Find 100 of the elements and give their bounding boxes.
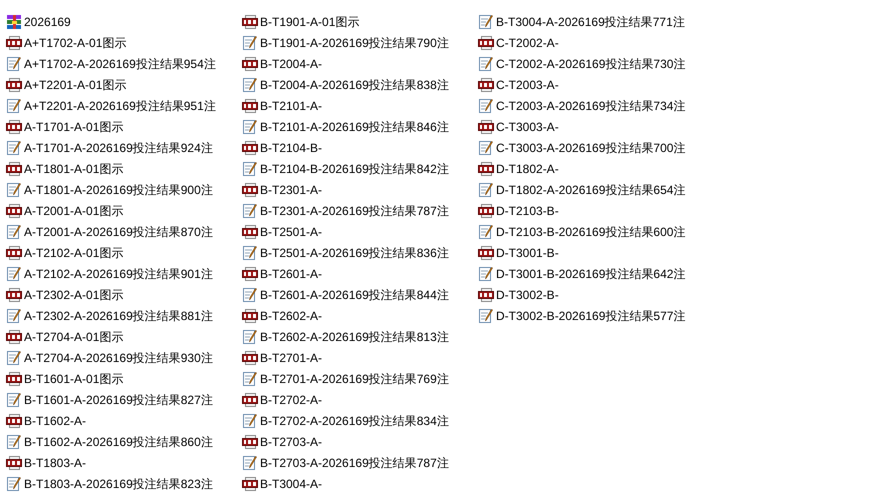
file-name: A-T2001-A-01图示 (24, 202, 124, 218)
file-item[interactable]: B-T2104-B- (242, 137, 324, 158)
notepad-icon (242, 118, 258, 134)
file-name: C-T3003-A- (496, 118, 559, 134)
notepad-icon (6, 266, 22, 282)
file-item[interactable]: C-T3003-A- (478, 116, 561, 137)
notepad-icon (6, 182, 22, 198)
file-item[interactable]: D-T1802-A-2026169投注结果654注 (478, 179, 688, 200)
file-item[interactable]: A-T2704-A-01图示 (6, 326, 126, 347)
file-item[interactable]: A-T2001-A-01图示 (6, 200, 126, 221)
file-item[interactable]: A-T2704-A-2026169投注结果930注 (6, 347, 215, 368)
file-name: B-T2702-A- (260, 392, 322, 408)
file-item[interactable]: B-T1901-A-01图示 (242, 11, 362, 32)
file-item[interactable]: B-T2601-A- (242, 263, 324, 284)
file-item[interactable]: D-T3002-B- (478, 284, 561, 305)
file-name: B-T2501-A-2026169投注结果836注 (260, 244, 449, 260)
file-item[interactable]: A-T1801-A-01图示 (6, 158, 126, 179)
file-name: A-T2302-A-2026169投注结果881注 (24, 308, 213, 324)
file-item[interactable]: B-T3004-A- (242, 473, 324, 494)
file-item[interactable]: A-T2102-A-2026169投注结果901注 (6, 263, 215, 284)
file-item[interactable]: B-T3004-A-2026169投注结果771注 (478, 11, 687, 32)
notepad-icon (6, 98, 22, 114)
file-item[interactable]: C-T2002-A- (478, 32, 561, 53)
file-item[interactable]: B-T2101-A-2026169投注结果846注 (242, 116, 451, 137)
file-item[interactable]: B-T2301-A- (242, 179, 324, 200)
file-item[interactable]: B-T2501-A-2026169投注结果836注 (242, 242, 451, 263)
file-item[interactable]: B-T1602-A-2026169投注结果860注 (6, 431, 215, 452)
file-item[interactable]: D-T2103-B- (478, 200, 561, 221)
file-name: B-T2301-A-2026169投注结果787注 (260, 202, 449, 218)
file-name: A+T2201-A-2026169投注结果951注 (24, 98, 216, 114)
notepad-icon (478, 98, 494, 114)
file-item[interactable]: A-T1801-A-2026169投注结果900注 (6, 179, 215, 200)
notepad-icon (242, 244, 258, 260)
file-item[interactable]: B-T2602-A- (242, 305, 324, 326)
file-item[interactable]: B-T1803-A-2026169投注结果823注 (6, 473, 215, 494)
file-item[interactable]: A+T2201-A-2026169投注结果951注 (6, 95, 218, 116)
file-item[interactable]: A-T2001-A-2026169投注结果870注 (6, 221, 215, 242)
file-item[interactable]: D-T1802-A- (478, 158, 561, 179)
file-item[interactable]: B-T2104-B-2026169投注结果842注 (242, 158, 451, 179)
notepad-icon (242, 370, 258, 386)
file-item[interactable]: B-T2703-A-2026169投注结果787注 (242, 452, 451, 473)
file-item[interactable]: B-T1601-A-01图示 (6, 368, 126, 389)
file-item[interactable]: C-T2003-A- (478, 74, 561, 95)
image-file-icon (478, 202, 494, 218)
file-item[interactable]: B-T1803-A- (6, 452, 88, 473)
image-file-icon (242, 434, 258, 450)
file-item[interactable]: C-T2003-A-2026169投注结果734注 (478, 95, 688, 116)
file-name: B-T1803-A- (24, 454, 86, 470)
file-item[interactable]: D-T2103-B-2026169投注结果600注 (478, 221, 688, 242)
file-name: A-T2704-A-01图示 (24, 328, 124, 344)
notepad-icon (6, 308, 22, 324)
file-item[interactable]: B-T2004-A-2026169投注结果838注 (242, 74, 451, 95)
file-name: B-T2101-A- (260, 98, 322, 114)
image-file-icon (6, 202, 22, 218)
notepad-icon (6, 350, 22, 366)
file-item[interactable]: A+T1702-A-2026169投注结果954注 (6, 53, 218, 74)
file-item[interactable]: B-T2501-A- (242, 221, 324, 242)
file-item[interactable]: 2026169 (6, 11, 73, 32)
file-item[interactable]: B-T2701-A-2026169投注结果769注 (242, 368, 451, 389)
file-item[interactable]: D-T3001-B- (478, 242, 561, 263)
file-item[interactable]: A+T2201-A-01图示 (6, 74, 128, 95)
file-item[interactable]: B-T1602-A- (6, 410, 88, 431)
file-item[interactable]: A-T1701-A-01图示 (6, 116, 126, 137)
file-name: A-T2302-A-01图示 (24, 286, 124, 302)
notepad-icon (242, 454, 258, 470)
file-item[interactable]: A-T2302-A-2026169投注结果881注 (6, 305, 215, 326)
image-file-icon (6, 244, 22, 260)
file-item[interactable]: A-T2102-A-01图示 (6, 242, 126, 263)
file-name: D-T3001-B- (496, 244, 559, 260)
image-file-icon (242, 182, 258, 198)
file-name: B-T2501-A- (260, 224, 322, 240)
notepad-icon (478, 224, 494, 240)
image-file-icon (242, 224, 258, 240)
file-item[interactable]: D-T3001-B-2026169投注结果642注 (478, 263, 688, 284)
image-file-icon (242, 140, 258, 156)
file-name: A-T2704-A-2026169投注结果930注 (24, 350, 213, 366)
file-item[interactable]: B-T2101-A- (242, 95, 324, 116)
file-item[interactable]: A-T1701-A-2026169投注结果924注 (6, 137, 215, 158)
file-item[interactable]: D-T3002-B-2026169投注结果577注 (478, 305, 688, 326)
file-item[interactable]: B-T1901-A-2026169投注结果790注 (242, 32, 451, 53)
file-item[interactable]: C-T3003-A-2026169投注结果700注 (478, 137, 688, 158)
file-item[interactable]: B-T1601-A-2026169投注结果827注 (6, 389, 215, 410)
file-item[interactable]: B-T2701-A- (242, 347, 324, 368)
file-item[interactable]: B-T2004-A- (242, 53, 324, 74)
file-item[interactable]: B-T2602-A-2026169投注结果813注 (242, 326, 451, 347)
image-file-icon (6, 370, 22, 386)
file-item[interactable]: B-T2703-A- (242, 431, 324, 452)
file-item[interactable]: B-T2301-A-2026169投注结果787注 (242, 200, 451, 221)
file-item[interactable]: C-T2002-A-2026169投注结果730注 (478, 53, 688, 74)
file-item[interactable]: B-T2702-A-2026169投注结果834注 (242, 410, 451, 431)
file-item[interactable]: A-T2302-A-01图示 (6, 284, 126, 305)
file-item[interactable]: A+T1702-A-01图示 (6, 32, 128, 53)
image-file-icon (478, 244, 494, 260)
file-name: B-T3004-A- (260, 476, 322, 492)
image-file-icon (6, 328, 22, 344)
file-name: C-T2002-A- (496, 34, 559, 50)
file-item[interactable]: B-T2702-A- (242, 389, 324, 410)
file-name: B-T1602-A-2026169投注结果860注 (24, 434, 213, 450)
file-item[interactable]: B-T2601-A-2026169投注结果844注 (242, 284, 451, 305)
file-name: B-T1803-A-2026169投注结果823注 (24, 476, 213, 492)
